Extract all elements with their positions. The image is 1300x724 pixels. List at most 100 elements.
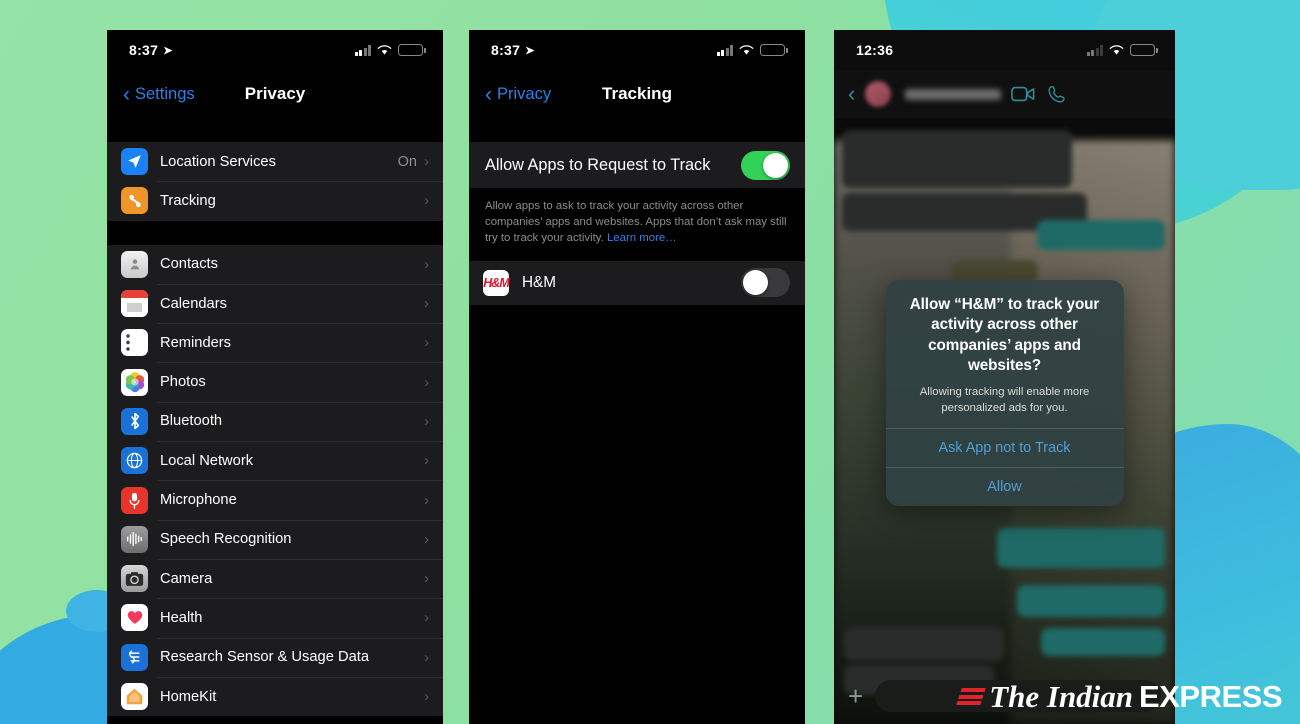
app-row-hm[interactable]: H&M H&M — [469, 260, 805, 305]
plus-icon[interactable]: + — [848, 683, 863, 709]
app-name-label: H&M — [522, 273, 556, 291]
camera-icon — [121, 565, 148, 593]
wifi-icon — [1109, 44, 1124, 55]
back-button-settings[interactable]: ‹ Settings — [123, 84, 195, 105]
settings-row-camera[interactable]: Camera › — [107, 558, 443, 598]
settings-row-value: On — [397, 153, 417, 170]
settings-row-label: Tracking — [160, 192, 216, 209]
ask-app-not-to-track-button[interactable]: Ask App not to Track — [885, 427, 1124, 467]
chevron-right-icon: › — [424, 255, 429, 273]
hm-logo-icon: H&M — [483, 269, 510, 296]
status-bar-right — [354, 44, 426, 56]
chevron-right-icon: › — [424, 688, 429, 705]
settings-row-local-network[interactable]: Local Network › — [107, 441, 443, 480]
settings-group-permissions: Contacts › Calendars › Reminders › Photo… — [107, 244, 443, 717]
learn-more-link[interactable]: Learn more… — [607, 232, 677, 244]
watermark-the-indian: The Indian — [989, 679, 1134, 714]
chevron-right-icon: › — [424, 609, 429, 627]
status-bar-left: 8:37 ➤ — [129, 42, 173, 58]
calendar-icon — [121, 290, 148, 318]
settings-row-calendars[interactable]: Calendars › — [107, 283, 443, 323]
settings-row-label: Camera — [160, 570, 213, 587]
back-button-privacy[interactable]: ‹ Privacy — [485, 84, 551, 105]
settings-row-research-sensor[interactable]: Research Sensor & Usage Data › — [107, 637, 443, 677]
chevron-right-icon: › — [424, 412, 429, 430]
status-bar-right — [1086, 44, 1158, 56]
settings-row-label: Research Sensor & Usage Data — [160, 649, 369, 666]
status-time: 12:36 — [856, 42, 894, 58]
local-network-icon — [121, 447, 148, 475]
cellular-signal-icon — [354, 44, 371, 56]
cellular-signal-icon — [1086, 44, 1103, 56]
health-heart-icon — [121, 604, 148, 632]
navigation-bar: ‹ Privacy Tracking — [469, 70, 805, 118]
video-call-icon[interactable] — [1011, 85, 1035, 103]
avatar[interactable] — [865, 81, 892, 107]
settings-row-location-services[interactable]: Location Services On › — [107, 142, 443, 181]
status-bar-left: 12:36 — [856, 42, 893, 58]
status-bar: 8:37 ➤ — [469, 30, 805, 70]
speech-recognition-icon — [121, 525, 148, 553]
status-bar: 8:37 ➤ — [107, 30, 443, 70]
location-arrow-icon — [121, 148, 148, 176]
section-gap — [469, 118, 805, 142]
settings-row-label: Contacts — [160, 256, 218, 273]
research-sensor-icon — [121, 643, 148, 671]
watermark-express: EXPRESS — [1139, 679, 1282, 714]
back-button-label: Settings — [135, 84, 195, 103]
chevron-left-icon: ‹ — [485, 82, 492, 106]
chevron-right-icon: › — [424, 153, 429, 171]
settings-row-contacts[interactable]: Contacts › — [107, 245, 443, 284]
app-tracking-toggle-hm[interactable] — [741, 268, 790, 298]
chevron-right-icon: › — [424, 491, 429, 509]
chevron-right-icon: › — [424, 648, 429, 666]
status-time: 8:37 — [129, 42, 159, 58]
settings-row-homekit[interactable]: HomeKit › — [107, 676, 443, 716]
cellular-signal-icon — [716, 44, 733, 56]
indian-express-logo-icon — [956, 688, 986, 705]
phone-screenshot-att-prompt: 12:36 ‹ + Allow “H&M” to track your acti… — [834, 30, 1175, 724]
homekit-icon — [121, 683, 148, 710]
chevron-right-icon: › — [424, 530, 429, 548]
voice-call-icon[interactable] — [1045, 85, 1069, 103]
allow-apps-request-track-toggle[interactable] — [741, 150, 790, 180]
att-tracking-dialog: Allow “H&M” to track your activity acros… — [885, 280, 1124, 506]
allow-apps-request-track-row[interactable]: Allow Apps to Request to Track — [469, 142, 805, 188]
settings-group-primary: Location Services On › Tracking › — [107, 142, 443, 221]
settings-row-label: HomeKit — [160, 688, 217, 705]
reminders-icon — [121, 329, 148, 357]
watermark: The Indian EXPRESS — [956, 679, 1282, 714]
status-bar: 12:36 — [834, 30, 1175, 70]
chat-bubble-incoming — [844, 627, 1004, 661]
phone-screenshot-tracking: 8:37 ➤ ‹ Privacy Tracking Allow Apps to … — [469, 30, 805, 724]
phone-screenshot-privacy: 8:37 ➤ ‹ Settings Privacy Location Servi… — [107, 30, 443, 724]
status-time: 8:37 — [491, 42, 521, 58]
settings-row-label: Microphone — [160, 492, 237, 509]
allow-button[interactable]: Allow — [885, 466, 1124, 506]
wifi-icon — [377, 44, 392, 55]
tracking-hand-icon — [121, 187, 148, 215]
settings-row-label: Local Network — [160, 452, 254, 469]
chat-bubble-incoming — [842, 130, 1072, 188]
navigation-bar: ‹ Settings Privacy — [107, 70, 443, 118]
settings-row-label: Reminders — [160, 334, 232, 351]
settings-row-label: Photos — [160, 374, 206, 391]
microphone-icon — [121, 486, 148, 514]
settings-row-speech-recognition[interactable]: Speech Recognition › — [107, 519, 443, 559]
settings-row-photos[interactable]: Photos › — [107, 362, 443, 401]
toggle-knob — [743, 270, 768, 296]
settings-row-bluetooth[interactable]: Bluetooth › — [107, 401, 443, 441]
settings-row-label: Calendars — [160, 295, 227, 312]
settings-row-microphone[interactable]: Microphone › — [107, 480, 443, 519]
chevron-right-icon: › — [424, 192, 429, 210]
chevron-left-icon[interactable]: ‹ — [848, 81, 855, 107]
chevron-left-icon: ‹ — [123, 82, 130, 106]
settings-row-reminders[interactable]: Reminders › — [107, 323, 443, 362]
status-bar-right — [716, 44, 788, 56]
settings-row-health[interactable]: Health › — [107, 598, 443, 637]
att-dialog-subtitle: Allowing tracking will enable more perso… — [919, 386, 1090, 414]
settings-row-tracking[interactable]: Tracking › — [107, 181, 443, 220]
allow-apps-request-track-label: Allow Apps to Request to Track — [485, 155, 711, 174]
settings-row-label: Health — [160, 609, 203, 626]
location-arrow-icon: ➤ — [525, 44, 535, 57]
